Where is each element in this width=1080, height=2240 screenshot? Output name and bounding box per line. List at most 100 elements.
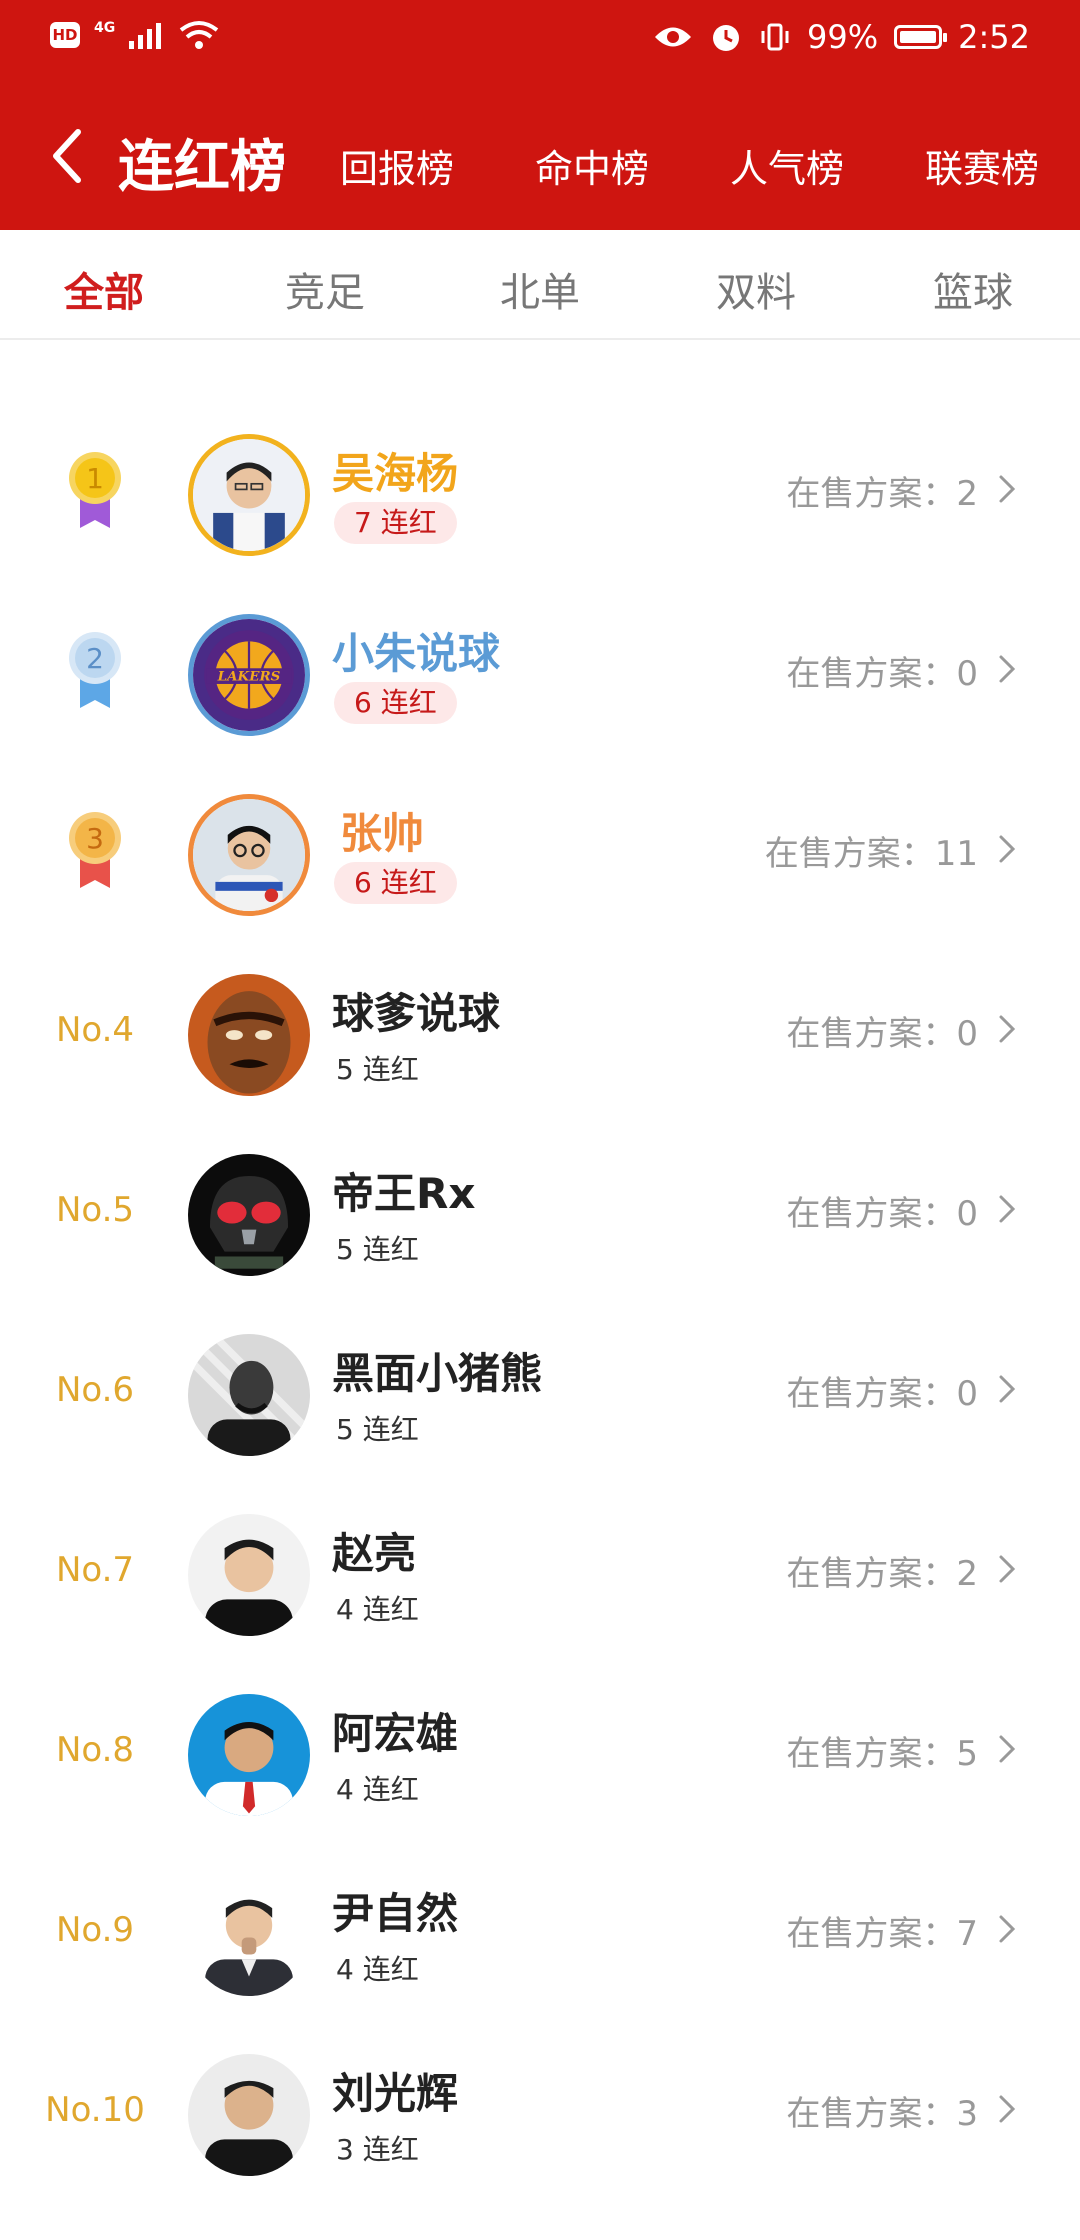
list-item[interactable]: No.8 阿宏雄 4 连红 在售方案：5 — [0, 1660, 1080, 1840]
plans-count: 0 — [956, 654, 978, 694]
man-black-shirt-icon — [188, 1514, 310, 1636]
page-title[interactable]: 连红榜 — [118, 122, 286, 203]
tab-popularity[interactable]: 人气榜 — [730, 138, 844, 193]
avatar[interactable] — [188, 1154, 310, 1276]
chevron-right-icon[interactable] — [998, 1014, 1016, 1044]
plans-on-sale[interactable]: 在售方案：0 — [786, 646, 978, 695]
avatar[interactable] — [188, 794, 310, 916]
avatar[interactable] — [188, 974, 310, 1096]
chevron-right-icon[interactable] — [998, 474, 1016, 504]
chevron-right-icon[interactable] — [998, 654, 1016, 684]
expert-name[interactable]: 小朱说球 — [332, 620, 500, 681]
expert-name[interactable]: 吴海杨 — [332, 440, 458, 501]
svg-text:LAKERS: LAKERS — [217, 669, 281, 685]
avatar[interactable] — [188, 1514, 310, 1636]
streak-badge: 6 连红 — [334, 682, 457, 724]
expert-name[interactable]: 张帅 — [340, 800, 424, 861]
man-black-tee-icon — [188, 2054, 310, 2176]
plans-on-sale[interactable]: 在售方案：0 — [786, 1006, 978, 1055]
tab-hit[interactable]: 命中榜 — [535, 138, 649, 193]
list-item[interactable]: No.7 赵亮 4 连红 在售方案：2 — [0, 1480, 1080, 1660]
battery-percent: 99% — [807, 18, 879, 56]
back-arrow-icon[interactable] — [48, 126, 88, 186]
rank-indicator: No.9 — [0, 1840, 190, 2020]
rank-indicator: 3 — [0, 760, 190, 940]
plans-on-sale[interactable]: 在售方案：11 — [765, 826, 978, 875]
plans-on-sale[interactable]: 在售方案：0 — [786, 1366, 978, 1415]
avatar[interactable] — [188, 1334, 310, 1456]
battery-icon — [894, 25, 948, 49]
expert-name[interactable]: 帝王Rx — [332, 1160, 475, 1221]
plans-on-sale[interactable]: 在售方案：0 — [786, 1186, 978, 1235]
streak-badge: 5 连红 — [336, 1233, 419, 1266]
expert-name[interactable]: 球爹说球 — [332, 980, 500, 1041]
clock: 2:52 — [958, 18, 1030, 56]
avatar[interactable] — [188, 1874, 310, 1996]
avatar[interactable]: LAKERS — [188, 614, 310, 736]
man-blue-bg-icon — [188, 1694, 310, 1816]
medal-gold-icon: 1 — [69, 452, 121, 528]
category-jingzu[interactable]: 竞足 — [285, 260, 365, 318]
avatar[interactable] — [188, 1694, 310, 1816]
plans-on-sale[interactable]: 在售方案：2 — [786, 1546, 978, 1595]
chevron-right-icon[interactable] — [998, 2094, 1016, 2124]
category-shuangliao[interactable]: 双料 — [716, 260, 796, 318]
rank-indicator: No.8 — [0, 1660, 190, 1840]
rank-indicator: 1 — [0, 400, 190, 580]
plans-label: 在售方案： — [786, 1194, 957, 1234]
chevron-right-icon[interactable] — [998, 1374, 1016, 1404]
expert-name[interactable]: 黑面小猪熊 — [332, 1340, 542, 1401]
list-item[interactable]: No.6 黑面小猪熊 5 连红 在售方案：0 — [0, 1300, 1080, 1480]
chevron-right-icon[interactable] — [998, 1734, 1016, 1764]
app-header: HD 4G 99% 2:52 连红榜 回报榜 命中榜 人气榜 联赛榜 — [0, 0, 1080, 230]
plans-count: 5 — [956, 1734, 978, 1774]
status-bar: HD 4G 99% 2:52 — [0, 0, 1080, 80]
chevron-right-icon[interactable] — [998, 1914, 1016, 1944]
streak-badge: 6 连红 — [334, 862, 457, 904]
chevron-right-icon[interactable] — [998, 1194, 1016, 1224]
plans-label: 在售方案： — [786, 654, 957, 694]
expert-name[interactable]: 阿宏雄 — [332, 1700, 458, 1761]
plans-count: 3 — [956, 2094, 978, 2134]
plans-label: 在售方案： — [786, 2094, 957, 2134]
plans-on-sale[interactable]: 在售方案：5 — [786, 1726, 978, 1775]
category-all[interactable]: 全部 — [64, 260, 144, 318]
list-item[interactable]: No.10 刘光辉 3 连红 在售方案：3 — [0, 2020, 1080, 2200]
category-basketball[interactable]: 篮球 — [933, 260, 1013, 318]
plans-on-sale[interactable]: 在售方案：7 — [786, 1906, 978, 1955]
list-item[interactable]: 1 吴海杨 7 连红 在售方案：2 — [0, 400, 1080, 580]
network-type: 4G — [94, 20, 116, 36]
man-glasses-icon — [193, 799, 305, 911]
list-item[interactable]: 2 LAKERS 小朱说球 6 连红 在售方案：0 — [0, 580, 1080, 760]
rank-number: No.5 — [55, 1190, 135, 1230]
avatar[interactable] — [188, 434, 310, 556]
streak-badge: 4 连红 — [336, 1773, 419, 1806]
plans-on-sale[interactable]: 在售方案：3 — [786, 2086, 978, 2135]
plans-count: 2 — [956, 1554, 978, 1594]
expert-name[interactable]: 尹自然 — [332, 1880, 458, 1941]
helmet-character-icon — [188, 1154, 310, 1276]
category-beidan[interactable]: 北单 — [500, 260, 580, 318]
chevron-right-icon[interactable] — [998, 834, 1016, 864]
list-item[interactable]: No.9 尹自然 4 连红 在售方案：7 — [0, 1840, 1080, 2020]
medal-silver-icon: 2 — [69, 632, 121, 708]
man-white-shirt-icon — [193, 439, 305, 551]
plans-on-sale[interactable]: 在售方案：2 — [786, 466, 978, 515]
rank-number: No.4 — [55, 1010, 135, 1050]
chevron-right-icon[interactable] — [998, 1554, 1016, 1584]
streak-badge: 3 连红 — [336, 2133, 419, 2166]
expert-name[interactable]: 刘光辉 — [332, 2060, 458, 2121]
man-suit-icon — [188, 1874, 310, 1996]
rank-number: No.6 — [55, 1370, 135, 1410]
avatar[interactable] — [188, 2054, 310, 2176]
expert-name[interactable]: 赵亮 — [332, 1520, 416, 1581]
svg-text:3: 3 — [86, 822, 104, 855]
tab-league[interactable]: 联赛榜 — [925, 138, 1039, 193]
list-item[interactable]: 3 张帅 6 连红 在售方案：11 — [0, 760, 1080, 940]
plans-count: 0 — [956, 1194, 978, 1234]
list-item[interactable]: No.4 球爹说球 5 连红 在售方案：0 — [0, 940, 1080, 1120]
list-item[interactable]: No.5 帝王Rx 5 连红 在售方案：0 — [0, 1120, 1080, 1300]
plans-label: 在售方案： — [786, 1374, 957, 1414]
plans-count: 11 — [934, 834, 978, 874]
tab-return[interactable]: 回报榜 — [340, 138, 454, 193]
